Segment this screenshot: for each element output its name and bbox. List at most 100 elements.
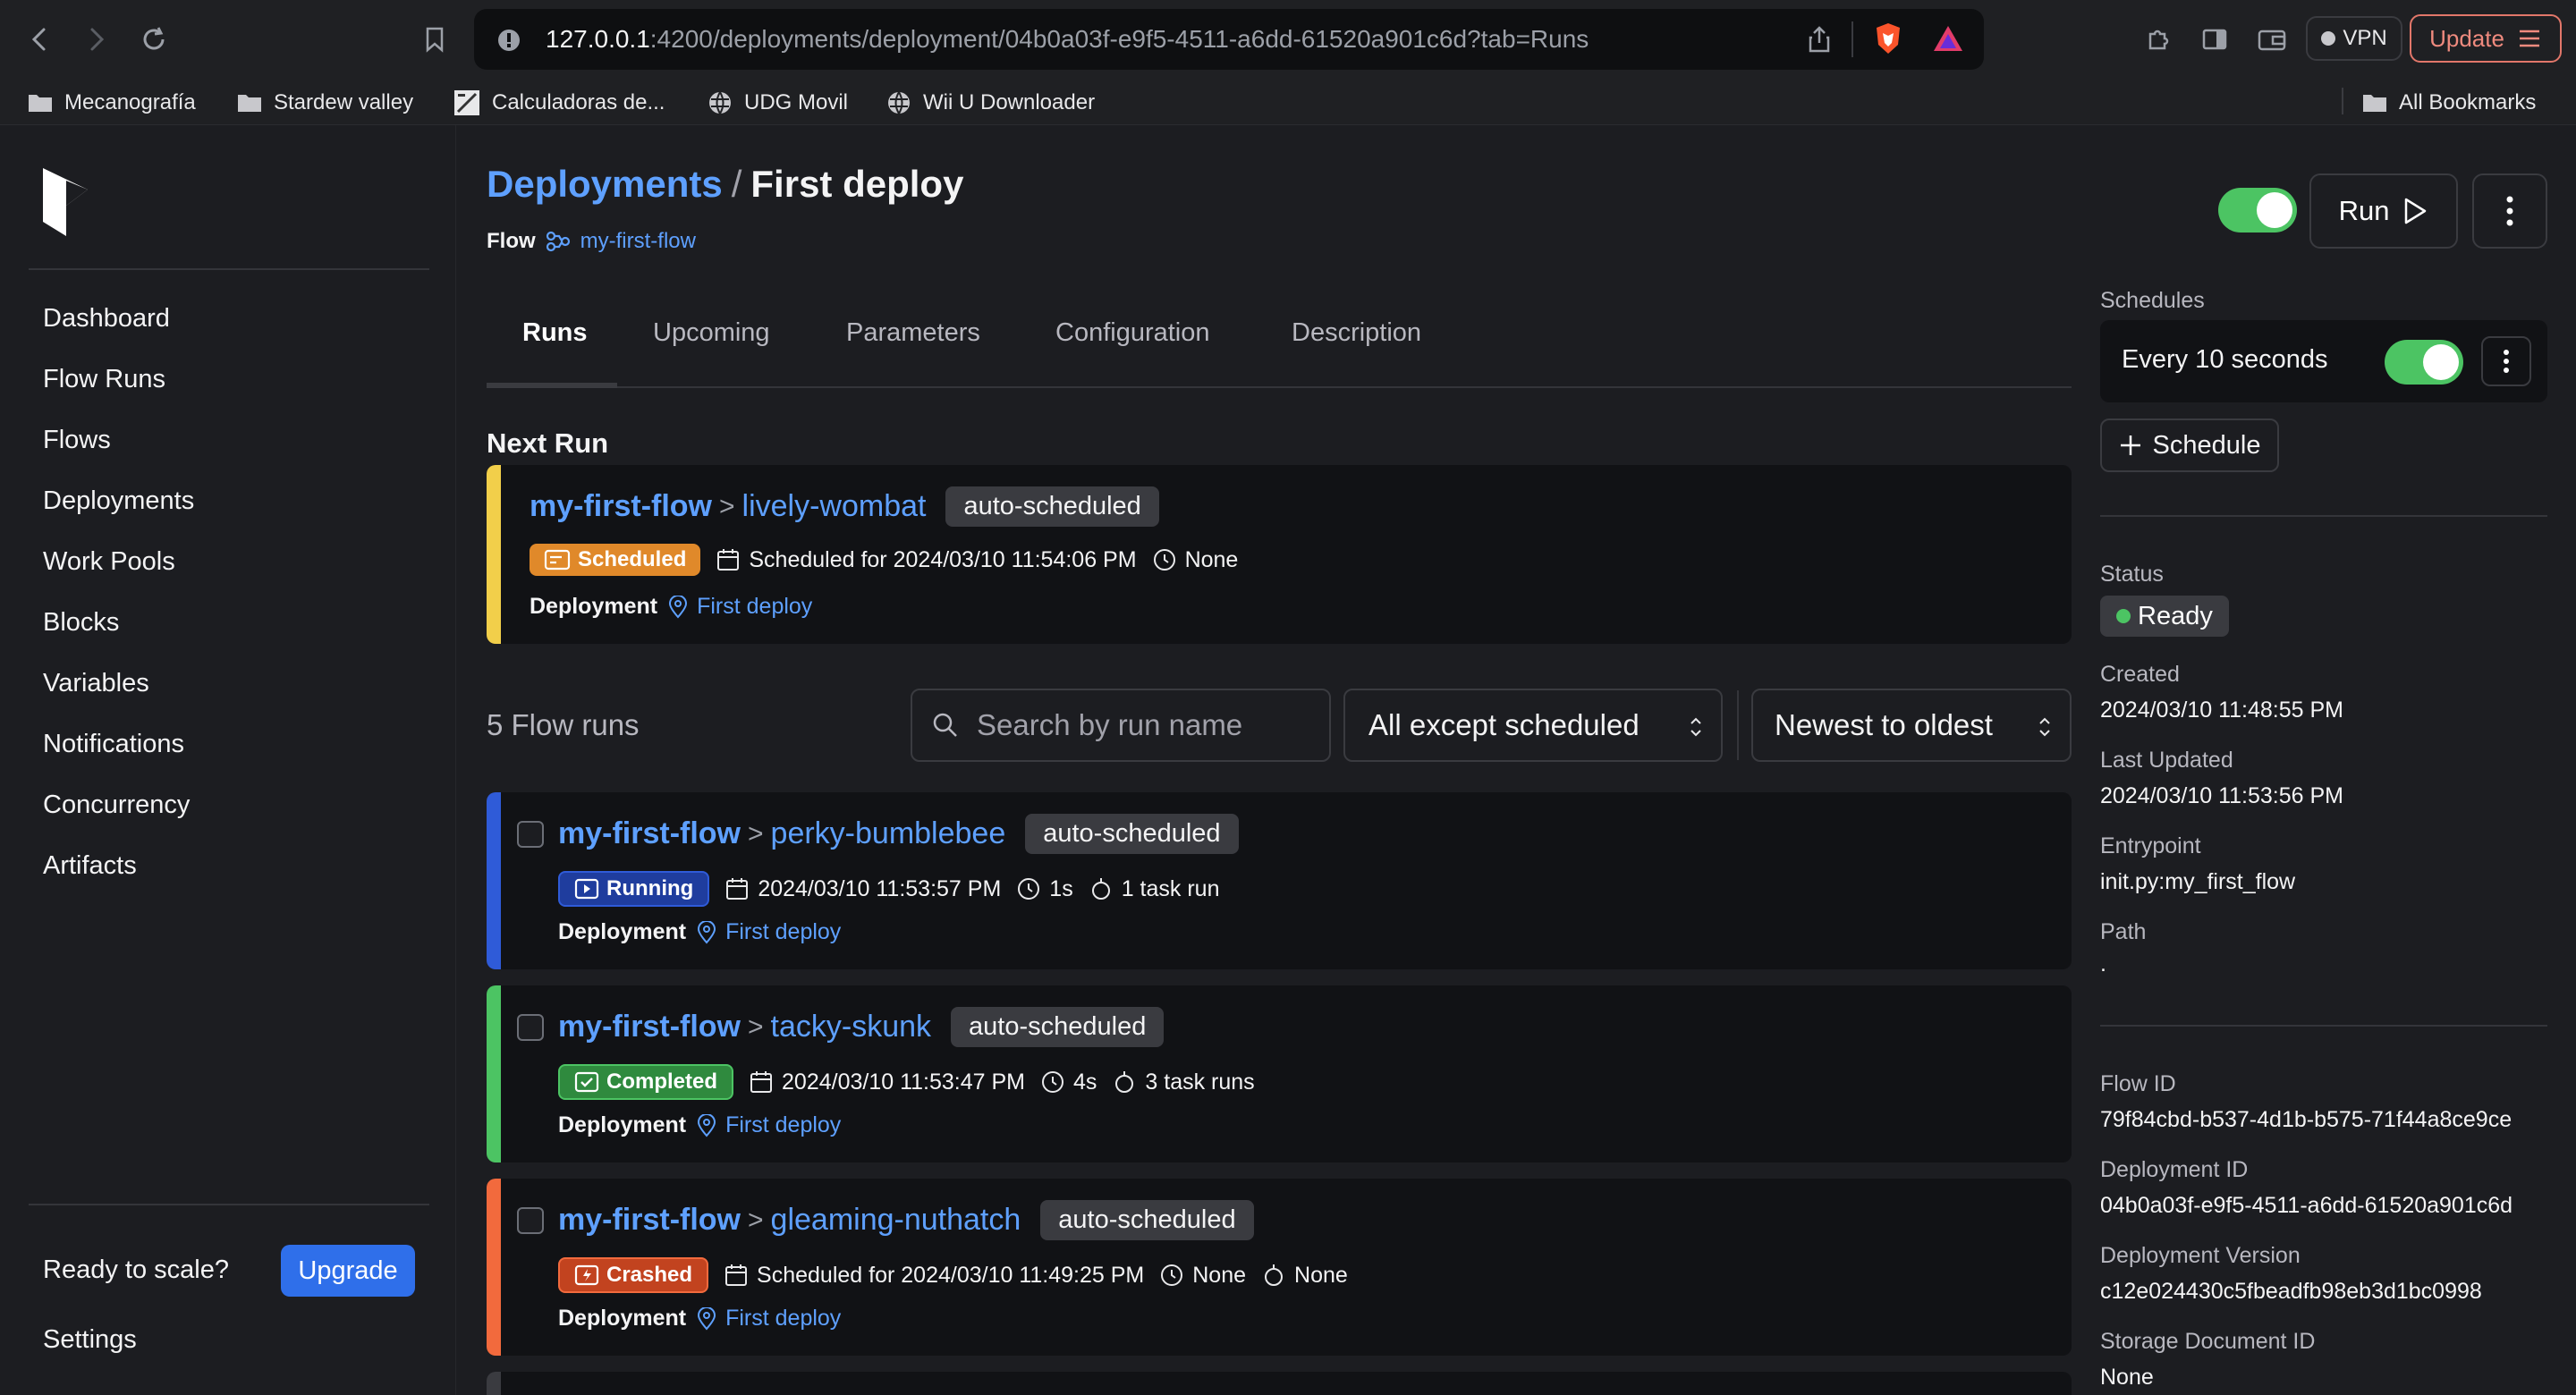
back-icon[interactable]	[20, 20, 59, 59]
run-link[interactable]: perky-bumblebee	[771, 816, 1006, 851]
run-link[interactable]: tacky-skunk	[771, 1010, 932, 1044]
ready-to-scale-text: Ready to scale?	[43, 1256, 229, 1284]
run-link[interactable]: gleaming-nuthatch	[771, 1203, 1021, 1238]
flow-run-card[interactable]: my-first-flow > perky-bumblebee auto-schedu…	[487, 792, 2072, 969]
duration: 1s	[1017, 876, 1073, 902]
created-label: Created	[2100, 662, 2180, 687]
sidebar-item-flows[interactable]: Flows	[43, 426, 111, 455]
flow-run-card[interactable]: my-first-flow > gleaming-nuthatch auto-sche…	[487, 1179, 2072, 1356]
deployment-link[interactable]: First deploy	[697, 919, 841, 945]
sidebar-item-concurrency[interactable]: Concurrency	[43, 790, 190, 820]
url-text[interactable]: 127.0.0.1:4200/deployments/deployment/04…	[546, 25, 1589, 54]
sidebar-item-deployments[interactable]: Deployments	[43, 486, 194, 516]
start-time: 2024/03/10 11:53:57 PM	[725, 876, 1001, 902]
tab-bar: Runs Upcoming Parameters Configuration D…	[487, 315, 2072, 388]
breadcrumb-deployments[interactable]: Deployments	[487, 163, 723, 205]
update-button[interactable]: Update	[2410, 14, 2562, 63]
more-options-button[interactable]	[2472, 173, 2547, 249]
flow-id-label: Flow ID	[2100, 1071, 2176, 1096]
run-select-checkbox[interactable]	[517, 821, 544, 848]
bookmark-item[interactable]: Calculadoras de...	[453, 88, 665, 118]
flow-link[interactable]: my-first-flow	[558, 1203, 741, 1238]
bookmark-item[interactable]: Wii U Downloader	[886, 88, 1095, 118]
deployment-link[interactable]: First deploy	[697, 1306, 841, 1332]
sidebar-item-work-pools[interactable]: Work Pools	[43, 547, 175, 577]
deployment-link[interactable]: First deploy	[697, 1112, 841, 1138]
sort-select[interactable]: Newest to oldest	[1751, 689, 2072, 762]
deployment-link[interactable]: First deploy	[668, 594, 812, 620]
reload-icon[interactable]	[134, 20, 174, 59]
add-schedule-button[interactable]: Schedule	[2100, 418, 2279, 472]
state-label: Crashed	[606, 1263, 693, 1287]
prefect-logo-icon[interactable]	[39, 166, 91, 238]
site-info-icon[interactable]	[496, 27, 522, 54]
state-filter-select[interactable]: All except scheduled	[1343, 689, 1723, 762]
tab-upcoming[interactable]: Upcoming	[653, 315, 770, 388]
path-label: Path	[2100, 919, 2147, 944]
flow-label: Flow	[487, 229, 536, 253]
address-bar[interactable]: 127.0.0.1:4200/deployments/deployment/04…	[474, 9, 1984, 70]
deployment-active-toggle[interactable]	[2218, 188, 2297, 232]
scheduled-state-icon	[544, 549, 571, 571]
state-label: Scheduled	[578, 547, 687, 571]
search-input[interactable]: Search by run name	[911, 689, 1331, 762]
bookmarks-divider	[2342, 88, 2343, 114]
bookmark-item[interactable]: UDG Movil	[707, 88, 848, 118]
schedules-label: Schedules	[2100, 288, 2205, 313]
sidebar-item-artifacts[interactable]: Artifacts	[43, 851, 137, 881]
clock-icon	[1017, 877, 1040, 900]
run-button[interactable]: Run	[2309, 173, 2458, 249]
sidebar-item-variables[interactable]: Variables	[43, 669, 149, 698]
chevron-right-icon: >	[719, 491, 735, 521]
schedule-text: Every 10 seconds	[2122, 345, 2328, 374]
deployment-link-text: First deploy	[725, 1306, 842, 1331]
tab-description[interactable]: Description	[1292, 315, 1421, 388]
tab-runs[interactable]: Runs	[522, 315, 588, 388]
share-icon[interactable]	[1807, 25, 1832, 54]
tab-parameters[interactable]: Parameters	[846, 315, 980, 388]
flow-run-card[interactable]	[487, 1372, 2072, 1395]
bookmark-item[interactable]: Stardew valley	[236, 88, 413, 118]
schedule-toggle[interactable]	[2385, 340, 2463, 385]
brave-shield-icon[interactable]	[1873, 21, 1903, 55]
run-title: my-first-flow > perky-bumblebee auto-schedu…	[558, 814, 1239, 854]
all-bookmarks[interactable]: All Bookmarks	[2361, 88, 2536, 118]
flow-run-card[interactable]: my-first-flow > tacky-skunk auto-scheduled …	[487, 985, 2072, 1162]
wallet-icon[interactable]	[2252, 20, 2292, 59]
start-time-text: 2024/03/10 11:53:47 PM	[782, 1069, 1025, 1095]
extensions-icon[interactable]	[2138, 20, 2177, 59]
sidebar-toggle-icon[interactable]	[2195, 20, 2234, 59]
sidebar-item-settings[interactable]: Settings	[43, 1325, 137, 1355]
flow-link[interactable]: my-first-flow	[558, 816, 741, 851]
flow-id-value: 79f84cbd-b537-4d1b-b575-71f44a8ce9ce	[2100, 1107, 2512, 1132]
sidebar-item-flow-runs[interactable]: Flow Runs	[43, 365, 165, 394]
status-label: Status	[2100, 562, 2164, 587]
brave-rewards-icon[interactable]	[1932, 23, 1964, 54]
deployment-label: Deployment	[530, 594, 658, 619]
run-link[interactable]: lively-wombat	[742, 489, 927, 524]
scheduled-time-text: Scheduled for 2024/03/10 11:49:25 PM	[757, 1262, 1145, 1288]
duration-text: None	[1192, 1262, 1247, 1288]
flow-link[interactable]: my-first-flow	[580, 229, 696, 254]
state-label: Running	[606, 876, 694, 900]
bookmark-item[interactable]: Mecanografía	[27, 88, 196, 118]
forward-icon[interactable]	[77, 20, 116, 59]
bookmark-icon[interactable]	[415, 20, 454, 59]
schedule-options-button[interactable]	[2481, 336, 2531, 386]
flow-link[interactable]: my-first-flow	[530, 489, 712, 524]
run-select-checkbox[interactable]	[517, 1014, 544, 1041]
state-badge-scheduled: Scheduled	[530, 544, 701, 576]
sidebar-item-dashboard[interactable]: Dashboard	[43, 304, 170, 334]
tab-configuration[interactable]: Configuration	[1055, 315, 1210, 388]
vpn-button[interactable]: VPN	[2306, 16, 2402, 61]
scheduled-time: Scheduled for 2024/03/10 11:49:25 PM	[724, 1263, 1144, 1289]
upgrade-button[interactable]: Upgrade	[281, 1245, 415, 1297]
run-select-checkbox[interactable]	[517, 1207, 544, 1234]
sidebar-item-blocks[interactable]: Blocks	[43, 608, 119, 638]
crashed-state-icon	[574, 1264, 599, 1286]
next-run-heading: Next Run	[487, 427, 609, 459]
sidebar-item-notifications[interactable]: Notifications	[43, 730, 184, 759]
run-deployment: Deployment First deploy	[558, 919, 841, 945]
flow-link[interactable]: my-first-flow	[558, 1010, 741, 1044]
url-path: :4200/deployments/deployment/04b0a03f-e9…	[649, 25, 1589, 53]
